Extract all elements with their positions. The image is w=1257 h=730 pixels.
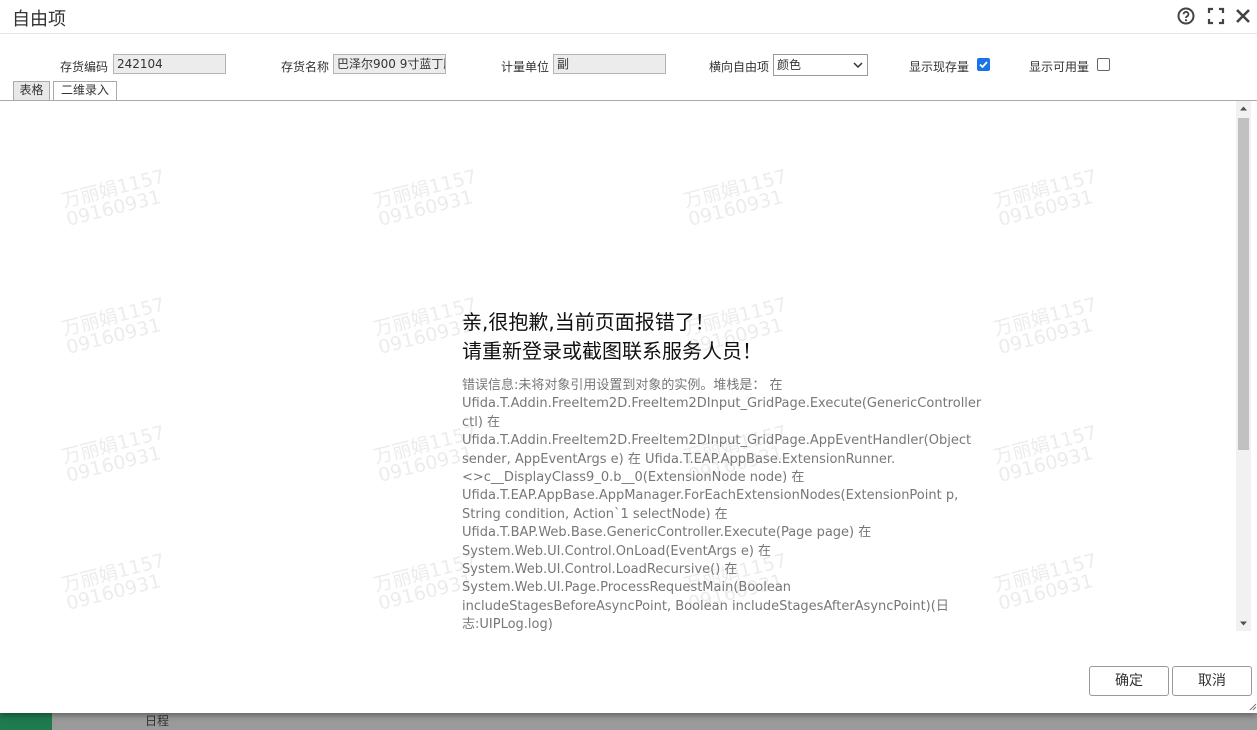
tab-table[interactable]: 表格 xyxy=(13,81,50,100)
background-app-strip xyxy=(0,713,1257,730)
error-detail-line: Ufida.T.Addin.FreeItem2D.FreeItem2DInput… xyxy=(462,433,972,449)
watermark: 万丽娟1157 09160931 xyxy=(371,165,483,231)
show-available-checkbox[interactable] xyxy=(1097,58,1110,71)
inventory-name-field[interactable]: 巴泽尔900 9寸蓝丁腈 xyxy=(333,54,446,74)
watermark-line-2: 09160931 xyxy=(686,186,786,231)
error-detail-line: String condition, Action`1 selectNode) 在 xyxy=(462,506,728,522)
error-detail-line: System.Web.UI.Page.ProcessRequestMain(Bo… xyxy=(462,580,792,596)
error-detail-line: includeStagesBeforeAsyncPoint, Boolean i… xyxy=(462,598,949,614)
error-detail-line: sender, AppEventArgs e) 在 Ufida.T.EAP.Ap… xyxy=(462,451,896,467)
watermark: 万丽娟1157 09160931 xyxy=(991,165,1103,231)
watermark: 万丽娟1157 09160931 xyxy=(59,293,171,359)
scrollbar-thumb[interactable] xyxy=(1238,118,1249,450)
scroll-up-icon[interactable] xyxy=(1236,101,1251,116)
watermark-line-2: 09160931 xyxy=(996,186,1096,231)
error-details: 错误信息:未将对象引用设置到对象的实例。堆栈是： 在 Ufida.T.Addin.… xyxy=(462,377,982,631)
error-detail-line: 志:UIPLog.log) xyxy=(462,617,553,631)
inventory-name-label: 存货名称 xyxy=(281,60,330,74)
watermark-line-1: 万丽娟1157 xyxy=(371,165,480,213)
scroll-down-icon[interactable] xyxy=(1236,616,1251,631)
show-available-label: 显示可用量 xyxy=(1029,60,1090,74)
horizontal-free-item-value: 颜色 xyxy=(777,58,802,72)
watermark-line-1: 万丽娟1157 xyxy=(991,549,1100,597)
watermark: 万丽娟1157 09160931 xyxy=(59,421,171,487)
watermark: 万丽娟1157 09160931 xyxy=(59,549,171,615)
watermark-line-2: 09160931 xyxy=(64,570,164,615)
watermark-line-2: 09160931 xyxy=(64,186,164,231)
watermark-line-2: 09160931 xyxy=(996,570,1096,615)
close-icon[interactable] xyxy=(1234,7,1252,25)
watermark-line-2: 09160931 xyxy=(64,442,164,487)
background-app-label: 日程 xyxy=(145,714,170,728)
error-title: 亲,很抱歉,当前页面报错了！ 请重新登录或截图联系服务人员！ xyxy=(462,308,762,366)
inventory-code-label: 存货编码 xyxy=(60,60,109,74)
watermark-line-1: 万丽娟1157 xyxy=(681,165,790,213)
inventory-code-field[interactable]: 242104 xyxy=(113,54,226,74)
watermark-line-2: 09160931 xyxy=(996,442,1096,487)
watermark: 万丽娟1157 09160931 xyxy=(59,165,171,231)
horizontal-free-item-label: 横向自由项 xyxy=(709,60,770,74)
dialog-titlebar: 自由项 xyxy=(0,0,1257,34)
dialog-title: 自由项 xyxy=(12,9,66,30)
error-detail-line: Ufida.T.Addin.FreeItem2D.FreeItem2DInput… xyxy=(462,396,982,412)
watermark-line-1: 万丽娟1157 xyxy=(59,549,168,597)
error-detail-line: Ufida.T.EAP.AppBase.AppManager.ForEachEx… xyxy=(462,488,959,504)
watermark: 万丽娟1157 09160931 xyxy=(681,165,793,231)
cancel-button[interactable]: 取消 xyxy=(1172,666,1252,696)
error-detail-line: Ufida.T.BAP.Web.Base.GenericController.E… xyxy=(462,525,872,541)
error-detail-line: <>c__DisplayClass9_0.b__0(ExtensionNode … xyxy=(462,470,805,486)
watermark-line-1: 万丽娟1157 xyxy=(991,293,1100,341)
watermark-line-2: 09160931 xyxy=(996,314,1096,359)
chevron-down-icon xyxy=(852,56,864,74)
watermark-line-1: 万丽娟1157 xyxy=(59,421,168,469)
error-detail-line: ctl) 在 xyxy=(462,414,501,430)
unit-label: 计量单位 xyxy=(501,60,550,74)
watermark-line-1: 万丽娟1157 xyxy=(991,165,1100,213)
check-icon xyxy=(979,61,988,69)
watermark-line-1: 万丽娟1157 xyxy=(991,421,1100,469)
watermark: 万丽娟1157 09160931 xyxy=(991,549,1103,615)
show-on-hand-label: 显示现存量 xyxy=(909,60,970,74)
watermark-line-1: 万丽娟1157 xyxy=(59,293,168,341)
error-detail-line: System.Web.UI.Control.LoadRecursive() 在 xyxy=(462,562,738,578)
content-scrollbar[interactable] xyxy=(1236,101,1251,631)
error-detail-line: 错误信息:未将对象引用设置到对象的实例。堆栈是： 在 xyxy=(462,378,783,393)
help-icon[interactable] xyxy=(1177,7,1195,25)
show-on-hand-checkbox[interactable] xyxy=(977,58,990,71)
error-title-line-2: 请重新登录或截图联系服务人员！ xyxy=(462,339,762,363)
content-area: 万丽娟1157 09160931 万丽娟1157 09160931 万丽娟1157 091… xyxy=(0,101,1236,631)
error-detail-line: System.Web.UI.Control.OnLoad(EventArgs e… xyxy=(462,543,772,559)
watermark: 万丽娟1157 09160931 xyxy=(991,421,1103,487)
free-item-dialog: 自由项 存货编码 242104 存货名称 巴泽尔900 9寸蓝丁腈 计量单位 副… xyxy=(0,0,1257,713)
tab-2d-entry[interactable]: 二维录入 xyxy=(53,81,117,101)
watermark-line-1: 万丽娟1157 xyxy=(59,165,168,213)
watermark-line-2: 09160931 xyxy=(376,186,476,231)
horizontal-free-item-select[interactable]: 颜色 xyxy=(773,54,868,76)
maximize-icon[interactable] xyxy=(1207,7,1225,25)
background-app-green-panel xyxy=(0,713,52,730)
error-title-line-1: 亲,很抱歉,当前页面报错了！ xyxy=(462,310,715,334)
watermark-line-2: 09160931 xyxy=(64,314,164,359)
confirm-button[interactable]: 确定 xyxy=(1089,666,1169,696)
unit-field[interactable]: 副 xyxy=(553,54,666,74)
resize-grip-icon[interactable] xyxy=(1247,700,1257,711)
watermark: 万丽娟1157 09160931 xyxy=(991,293,1103,359)
